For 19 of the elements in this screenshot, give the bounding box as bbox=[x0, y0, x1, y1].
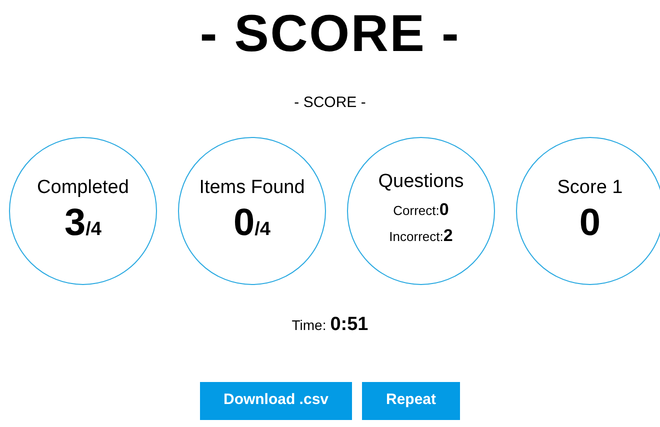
time-label: Time: bbox=[292, 316, 326, 335]
incorrect-count: 2 bbox=[443, 224, 453, 247]
download-button[interactable]: Download .csv bbox=[200, 382, 352, 420]
repeat-button[interactable]: Repeat bbox=[362, 382, 460, 420]
page-title: - SCORE - bbox=[200, 6, 460, 62]
correct-label: Correct: bbox=[393, 202, 440, 220]
stat-total: /4 bbox=[86, 220, 102, 239]
stat-value: 0 bbox=[579, 204, 601, 242]
stat-label: Completed bbox=[37, 176, 129, 200]
time-value: 0:51 bbox=[330, 313, 368, 337]
stat-label: Questions bbox=[378, 170, 464, 194]
incorrect-label: Incorrect: bbox=[389, 228, 444, 246]
stat-label: Items Found bbox=[199, 176, 305, 200]
subtitle: - SCORE - bbox=[294, 94, 366, 112]
stat-value: 3 bbox=[64, 204, 86, 242]
correct-count: 0 bbox=[439, 199, 449, 222]
stat-value: 0 bbox=[234, 204, 255, 242]
stat-label: Score 1 bbox=[557, 176, 623, 200]
stat-total: /4 bbox=[254, 220, 270, 239]
